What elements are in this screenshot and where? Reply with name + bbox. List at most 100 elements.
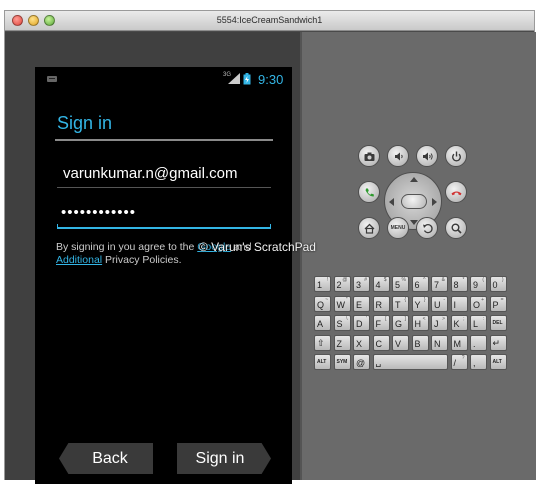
volume-down-button[interactable] [387,145,409,167]
keyboard-key[interactable]: 7 & [431,276,448,292]
keyboard-key[interactable]: V [392,334,409,351]
key-label: 3 [356,280,362,290]
key-label: S [336,319,343,329]
key-alt-label: ? [461,355,465,361]
key-label: Q [317,299,325,310]
keyboard-key[interactable]: Q ~ [314,295,331,312]
search-icon [451,223,462,234]
keyboard-key[interactable]: T{ [392,295,409,312]
key-alt-label: & [441,277,445,283]
back-hardware-button[interactable] [416,217,438,239]
keyboard-key[interactable]: 9( [470,276,487,292]
key-label: T [395,299,401,310]
power-button[interactable] [445,145,467,167]
key-alt-label: > [442,316,445,322]
keyboard-key[interactable]: , [470,354,487,370]
keyboard-key[interactable]: ↵ [489,334,507,351]
keyboard-key[interactable]: I [450,295,468,312]
key-alt-label: ! [326,277,328,283]
keyboard-key[interactable]: 1! [314,276,331,292]
title-divider [55,139,273,141]
window-title: 5554:IceCreamSandwich1 [216,15,323,25]
keyboard-key[interactable]: K; [450,315,468,331]
keyboard-key[interactable]: 0) [489,276,507,292]
keyboard-key[interactable]: G] [392,315,409,331]
sign-in-button[interactable]: Sign in [177,443,271,474]
key-alt-label: - [443,296,445,303]
key-label: B [414,338,421,349]
key-label: ⇧ [317,337,325,348]
keyboard-key[interactable]: S \ [333,315,351,331]
keyboard-key[interactable]: E [353,295,370,312]
menu-button[interactable]: MENU [387,217,409,239]
keyboard-key[interactable]: Y} [411,295,429,312]
key-alt-label: { [404,296,406,303]
keyboard-key[interactable]: @ [353,354,370,370]
keyboard-key[interactable]: B [411,334,429,351]
camera-button[interactable] [358,145,380,167]
keyboard-key[interactable]: F[ [372,315,390,331]
keyboard-key[interactable]: 5% [392,276,409,292]
keyboard-key[interactable]: N [431,334,448,351]
keyboard-key[interactable]: ALT [489,354,507,370]
keyboard-key[interactable]: ␣ [372,354,448,370]
dpad-left-icon[interactable] [389,198,394,206]
keyboard-key[interactable]: 8 * [450,276,468,292]
power-icon [451,151,461,162]
keyboard-key[interactable]: ALT [314,354,331,370]
key-label: . [473,338,476,349]
keyboard-key[interactable]: X [353,334,370,351]
keyboard-key[interactable]: 4 $ [372,276,390,292]
keyboard-key[interactable]: P = [489,295,507,312]
keyboard-key[interactable]: SYM [333,354,351,370]
keyboard-key[interactable]: C [372,334,390,351]
keyboard-key[interactable]: Z [333,334,351,351]
keyboard-key[interactable]: H < [411,315,429,331]
key-alt-label: [ [385,316,387,322]
keyboard-key[interactable]: . [470,334,487,351]
email-field-underline [57,187,271,188]
key-label: 8 [453,280,459,290]
key-alt-label: = [500,296,504,303]
key-label: K [453,319,460,329]
keyboard-key[interactable]: D ' [353,315,370,331]
menu-button-label: MENU [390,225,406,231]
keyboard-key[interactable]: ⇧ [314,334,331,351]
call-button[interactable] [358,181,380,203]
hardware-keyboard: 1! 2 @3 #4 $5% 6 ^ 7 & 8 * 9(0) Q ~ W " E R T{Y} U - I O + P = A S \… [314,276,510,372]
volume-up-button[interactable] [416,145,438,167]
key-alt-label: * [462,277,465,283]
keyboard-key[interactable]: M [450,334,468,351]
keyboard-key[interactable]: O + [470,295,487,312]
key-alt-label: ( [482,277,484,283]
email-field[interactable]: varunkumar.n@gmail.com [63,165,237,182]
end-call-button[interactable] [445,181,467,203]
back-button[interactable]: Back [59,443,153,474]
password-field-underline [57,224,271,229]
key-label: ↵ [492,337,501,348]
keyboard-key[interactable]: W " [333,295,351,312]
key-alt-label: } [423,296,426,303]
device-screen-bezel: 3G 9:30 Sign in varunkumar.n@gmail.com •… [5,32,300,484]
key-label: @ [356,358,366,368]
keyboard-key[interactable]: U- [431,295,448,312]
keyboard-key[interactable]: R [372,295,390,312]
dpad-right-icon[interactable] [432,198,437,206]
keyboard-key[interactable]: DEL [489,315,507,331]
keyboard-key[interactable]: A [314,315,331,331]
keyboard-key[interactable]: 2 @ [333,276,351,292]
key-label: E [356,299,363,310]
keyboard-key[interactable]: /? [450,354,468,370]
password-field[interactable]: •••••••••••• [61,204,136,221]
search-button[interactable] [445,217,467,239]
dpad-up-icon[interactable] [410,177,418,182]
home-button[interactable] [358,217,380,239]
dpad-center-button[interactable] [401,194,427,209]
keyboard-key[interactable]: 6 ^ [411,276,429,292]
keyboard-key[interactable]: J > [431,315,448,331]
keyboard-key[interactable]: L: [470,315,487,331]
key-label: 4 [375,280,381,290]
additional-link[interactable]: Additional [56,254,102,266]
keyboard-key[interactable]: 3 # [353,276,370,292]
key-alt-label: + [481,296,484,303]
